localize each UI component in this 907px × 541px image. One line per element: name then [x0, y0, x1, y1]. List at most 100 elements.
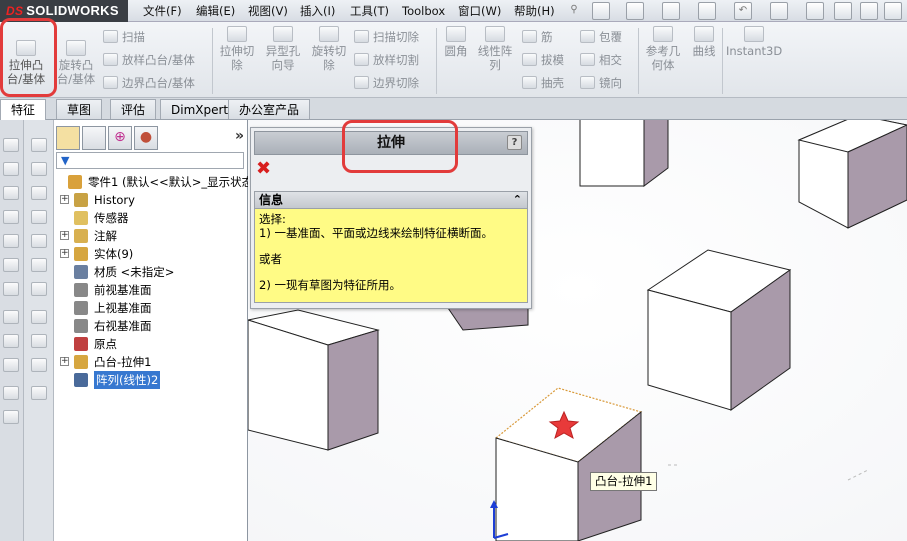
tree-item[interactable]: 传感器	[54, 209, 248, 227]
menu-edit[interactable]: 编辑(E)	[194, 0, 237, 22]
revolve-boss-button[interactable]: 旋转凸 台/基体	[53, 26, 99, 86]
boundary-boss-button[interactable]: 边界凸台/基体	[103, 74, 195, 92]
menu-file[interactable]: 文件(F)	[141, 0, 184, 22]
view-icon[interactable]	[3, 386, 19, 400]
linear-pattern-button[interactable]: 线性阵 列	[474, 26, 516, 72]
file-properties-icon[interactable]	[834, 2, 852, 20]
menu-toolbox[interactable]: Toolbox	[400, 0, 447, 22]
tree-item[interactable]: 上视基准面	[54, 299, 248, 317]
tree-item[interactable]: + History	[54, 191, 248, 209]
tree-item[interactable]: 材质 <未指定>	[54, 263, 248, 281]
menu-tools[interactable]: 工具(T)	[348, 0, 391, 22]
tree-item[interactable]: 零件1 (默认<<默认>_显示状态	[54, 173, 253, 191]
draft-button[interactable]: 拔模	[522, 51, 564, 69]
swept-cut-button[interactable]: 扫描切除	[354, 28, 419, 46]
fillet-button[interactable]: 圆角	[440, 26, 472, 58]
collapse-icon[interactable]: ⌃	[513, 192, 522, 208]
help-icon[interactable]: ?	[507, 135, 522, 150]
view-icon[interactable]	[3, 310, 19, 324]
save-icon[interactable]	[662, 2, 680, 20]
view-icon[interactable]	[3, 234, 19, 248]
menu-insert[interactable]: 插入(I)	[298, 0, 337, 22]
property-manager-tab-icon[interactable]	[82, 126, 106, 150]
menu-view[interactable]: 视图(V)	[246, 0, 290, 22]
sweep-button[interactable]: 扫描	[103, 28, 145, 46]
configuration-tab-icon[interactable]: ⊕	[108, 126, 132, 150]
revolve-cut-button[interactable]: 旋转切 除	[308, 26, 350, 72]
tree-item[interactable]: + 注解	[54, 227, 248, 245]
expand-icon[interactable]: +	[60, 357, 69, 366]
rebuild-icon[interactable]	[806, 2, 824, 20]
tree-item-label: 原点	[94, 337, 117, 351]
view-icon[interactable]	[3, 334, 19, 348]
boundary-cut-button[interactable]: 边界切除	[354, 74, 419, 92]
tree-item[interactable]: + 实体(9)	[54, 245, 248, 263]
tab-sketch[interactable]: 草图	[56, 99, 103, 119]
expand-icon[interactable]: +	[60, 249, 69, 258]
appearance-tab-icon[interactable]: ●	[134, 126, 158, 150]
tree-item[interactable]: + 凸台-拉伸1	[54, 353, 248, 371]
instant3d-button[interactable]: Instant3D	[726, 26, 782, 58]
view-icon[interactable]	[3, 162, 19, 176]
tree-item[interactable]: 阵列(线性)2	[54, 371, 248, 389]
menu-help[interactable]: 帮助(H)	[512, 0, 557, 22]
cancel-icon[interactable]: ✖	[256, 160, 271, 178]
mirror-button[interactable]: 镜向	[580, 74, 622, 92]
info-section-header[interactable]: 信息 ⌃	[254, 191, 528, 209]
sketch-tool-icon[interactable]	[31, 138, 47, 152]
more-toolbar-icon[interactable]	[884, 2, 902, 20]
view-icon[interactable]	[3, 210, 19, 224]
sketch-tool-icon[interactable]	[31, 210, 47, 224]
tab-evaluate[interactable]: 评估	[110, 99, 157, 119]
sketch-tool-icon[interactable]	[31, 310, 47, 324]
menu-window[interactable]: 窗口(W)	[456, 0, 503, 22]
tab-features[interactable]: 特征	[0, 99, 47, 121]
pin-icon[interactable]: ⚲	[565, 2, 583, 20]
cube-body[interactable]	[248, 309, 380, 451]
feature-filter[interactable]: ▼	[56, 152, 244, 169]
tree-item[interactable]: 前视基准面	[54, 281, 248, 299]
feature-tree-tab-icon[interactable]	[56, 126, 80, 150]
rib-button[interactable]: 筋	[522, 28, 553, 46]
sketch-tool-icon[interactable]	[31, 162, 47, 176]
more-tabs-button[interactable]: »	[235, 128, 244, 144]
view-icon[interactable]	[3, 358, 19, 372]
sketch-tool-icon[interactable]	[31, 334, 47, 348]
tree-item-label: 传感器	[94, 211, 129, 225]
tree-item-label: 注解	[94, 229, 117, 243]
wrap-button[interactable]: 包覆	[580, 28, 622, 46]
sketch-tool-icon[interactable]	[31, 386, 47, 400]
hole-wizard-icon	[273, 26, 293, 42]
open-icon[interactable]	[626, 2, 644, 20]
print-icon[interactable]	[698, 2, 716, 20]
undo-icon[interactable]: ↶	[734, 2, 752, 20]
cube-body[interactable]	[579, 120, 669, 187]
curves-button[interactable]: 曲线	[688, 26, 720, 58]
new-document-icon[interactable]	[592, 2, 610, 20]
tree-item[interactable]: 原点	[54, 335, 248, 353]
tab-office-products[interactable]: 办公室产品	[228, 99, 311, 119]
lofted-cut-button[interactable]: 放样切割	[354, 51, 419, 69]
hole-wizard-button[interactable]: 异型孔 向导	[262, 26, 304, 72]
intersect-button[interactable]: 相交	[580, 51, 622, 69]
reference-geometry-button[interactable]: 参考几 何体	[642, 26, 684, 72]
sketch-tool-icon[interactable]	[31, 358, 47, 372]
extrude-cut-button[interactable]: 拉伸切 除	[216, 26, 258, 72]
select-icon[interactable]	[770, 2, 788, 20]
sketch-tool-icon[interactable]	[31, 258, 47, 272]
view-icon[interactable]	[3, 186, 19, 200]
options-icon[interactable]	[860, 2, 878, 20]
view-icon[interactable]	[3, 138, 19, 152]
sketch-tool-icon[interactable]	[31, 186, 47, 200]
view-icon[interactable]	[3, 410, 19, 424]
expand-icon[interactable]: +	[60, 231, 69, 240]
sketch-tool-icon[interactable]	[31, 282, 47, 296]
view-icon[interactable]	[3, 258, 19, 272]
solid-bodies-icon	[74, 247, 88, 261]
tree-item[interactable]: 右视基准面	[54, 317, 248, 335]
loft-boss-button[interactable]: 放样凸台/基体	[103, 51, 195, 69]
sketch-tool-icon[interactable]	[31, 234, 47, 248]
expand-icon[interactable]: +	[60, 195, 69, 204]
view-icon[interactable]	[3, 282, 19, 296]
shell-button[interactable]: 抽壳	[522, 74, 564, 92]
